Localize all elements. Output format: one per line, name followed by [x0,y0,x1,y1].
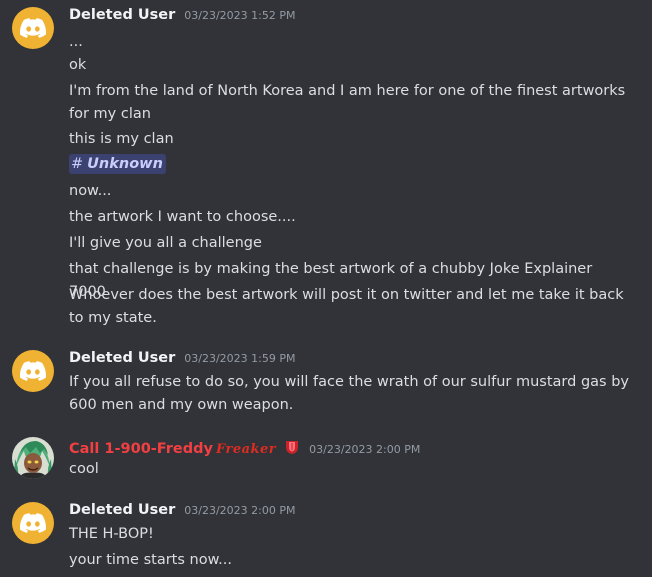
message-text: your time starts now... [69,552,232,568]
avatar[interactable] [12,437,54,479]
timestamp: 03/23/2023 1:52 PM [184,9,296,22]
message-text: Whoever does the best artwork will post … [69,287,624,326]
username[interactable]: Call 1-900-Freddy [69,441,213,457]
username[interactable]: Deleted User [69,350,175,366]
message-text: I'll give you all a challenge [69,235,262,251]
channel-hash-icon: # [71,156,84,172]
message-text: # Unknown [69,153,629,176]
message-text: I'm from the land of North Korea and I a… [69,83,626,122]
message-text: now... [69,183,112,199]
message-text: ... [69,34,83,50]
channel-mention[interactable]: # Unknown [69,154,166,174]
avatar[interactable] [12,7,54,49]
message-list: Deleted User 03/23/2023 1:52 PM ... ok I… [0,0,652,577]
message-text: ok [69,57,87,73]
user-avatar-image [12,437,54,479]
timestamp: 03/23/2023 2:00 PM [309,443,421,456]
message-text: If you all refuse to do so, you will fac… [69,374,629,413]
discord-logo-icon [20,18,46,38]
avatar[interactable] [12,350,54,392]
message-header: Call 1-900-Freddy Freaker 03/23/2023 2:0… [69,437,420,459]
username[interactable]: Deleted User [69,7,175,23]
tongue-emoji-icon [284,439,300,459]
message-text: THE H-BOP! [69,526,154,542]
message-header: Deleted User 03/23/2023 1:59 PM [69,350,296,372]
channel-name: Unknown [87,156,163,172]
username[interactable]: Deleted User [69,502,175,518]
message-text: this is my clan [69,131,174,147]
message-header: Deleted User 03/23/2023 1:52 PM [69,7,296,29]
discord-logo-icon [20,513,46,533]
username-stylized-suffix[interactable]: Freaker [216,442,276,457]
avatar[interactable] [12,502,54,544]
message-header: Deleted User 03/23/2023 2:00 PM [69,502,296,524]
discord-logo-icon [20,361,46,381]
message-text: the artwork I want to choose.... [69,209,296,225]
message-text: cool [69,461,99,477]
timestamp: 03/23/2023 2:00 PM [184,504,296,517]
timestamp: 03/23/2023 1:59 PM [184,352,296,365]
